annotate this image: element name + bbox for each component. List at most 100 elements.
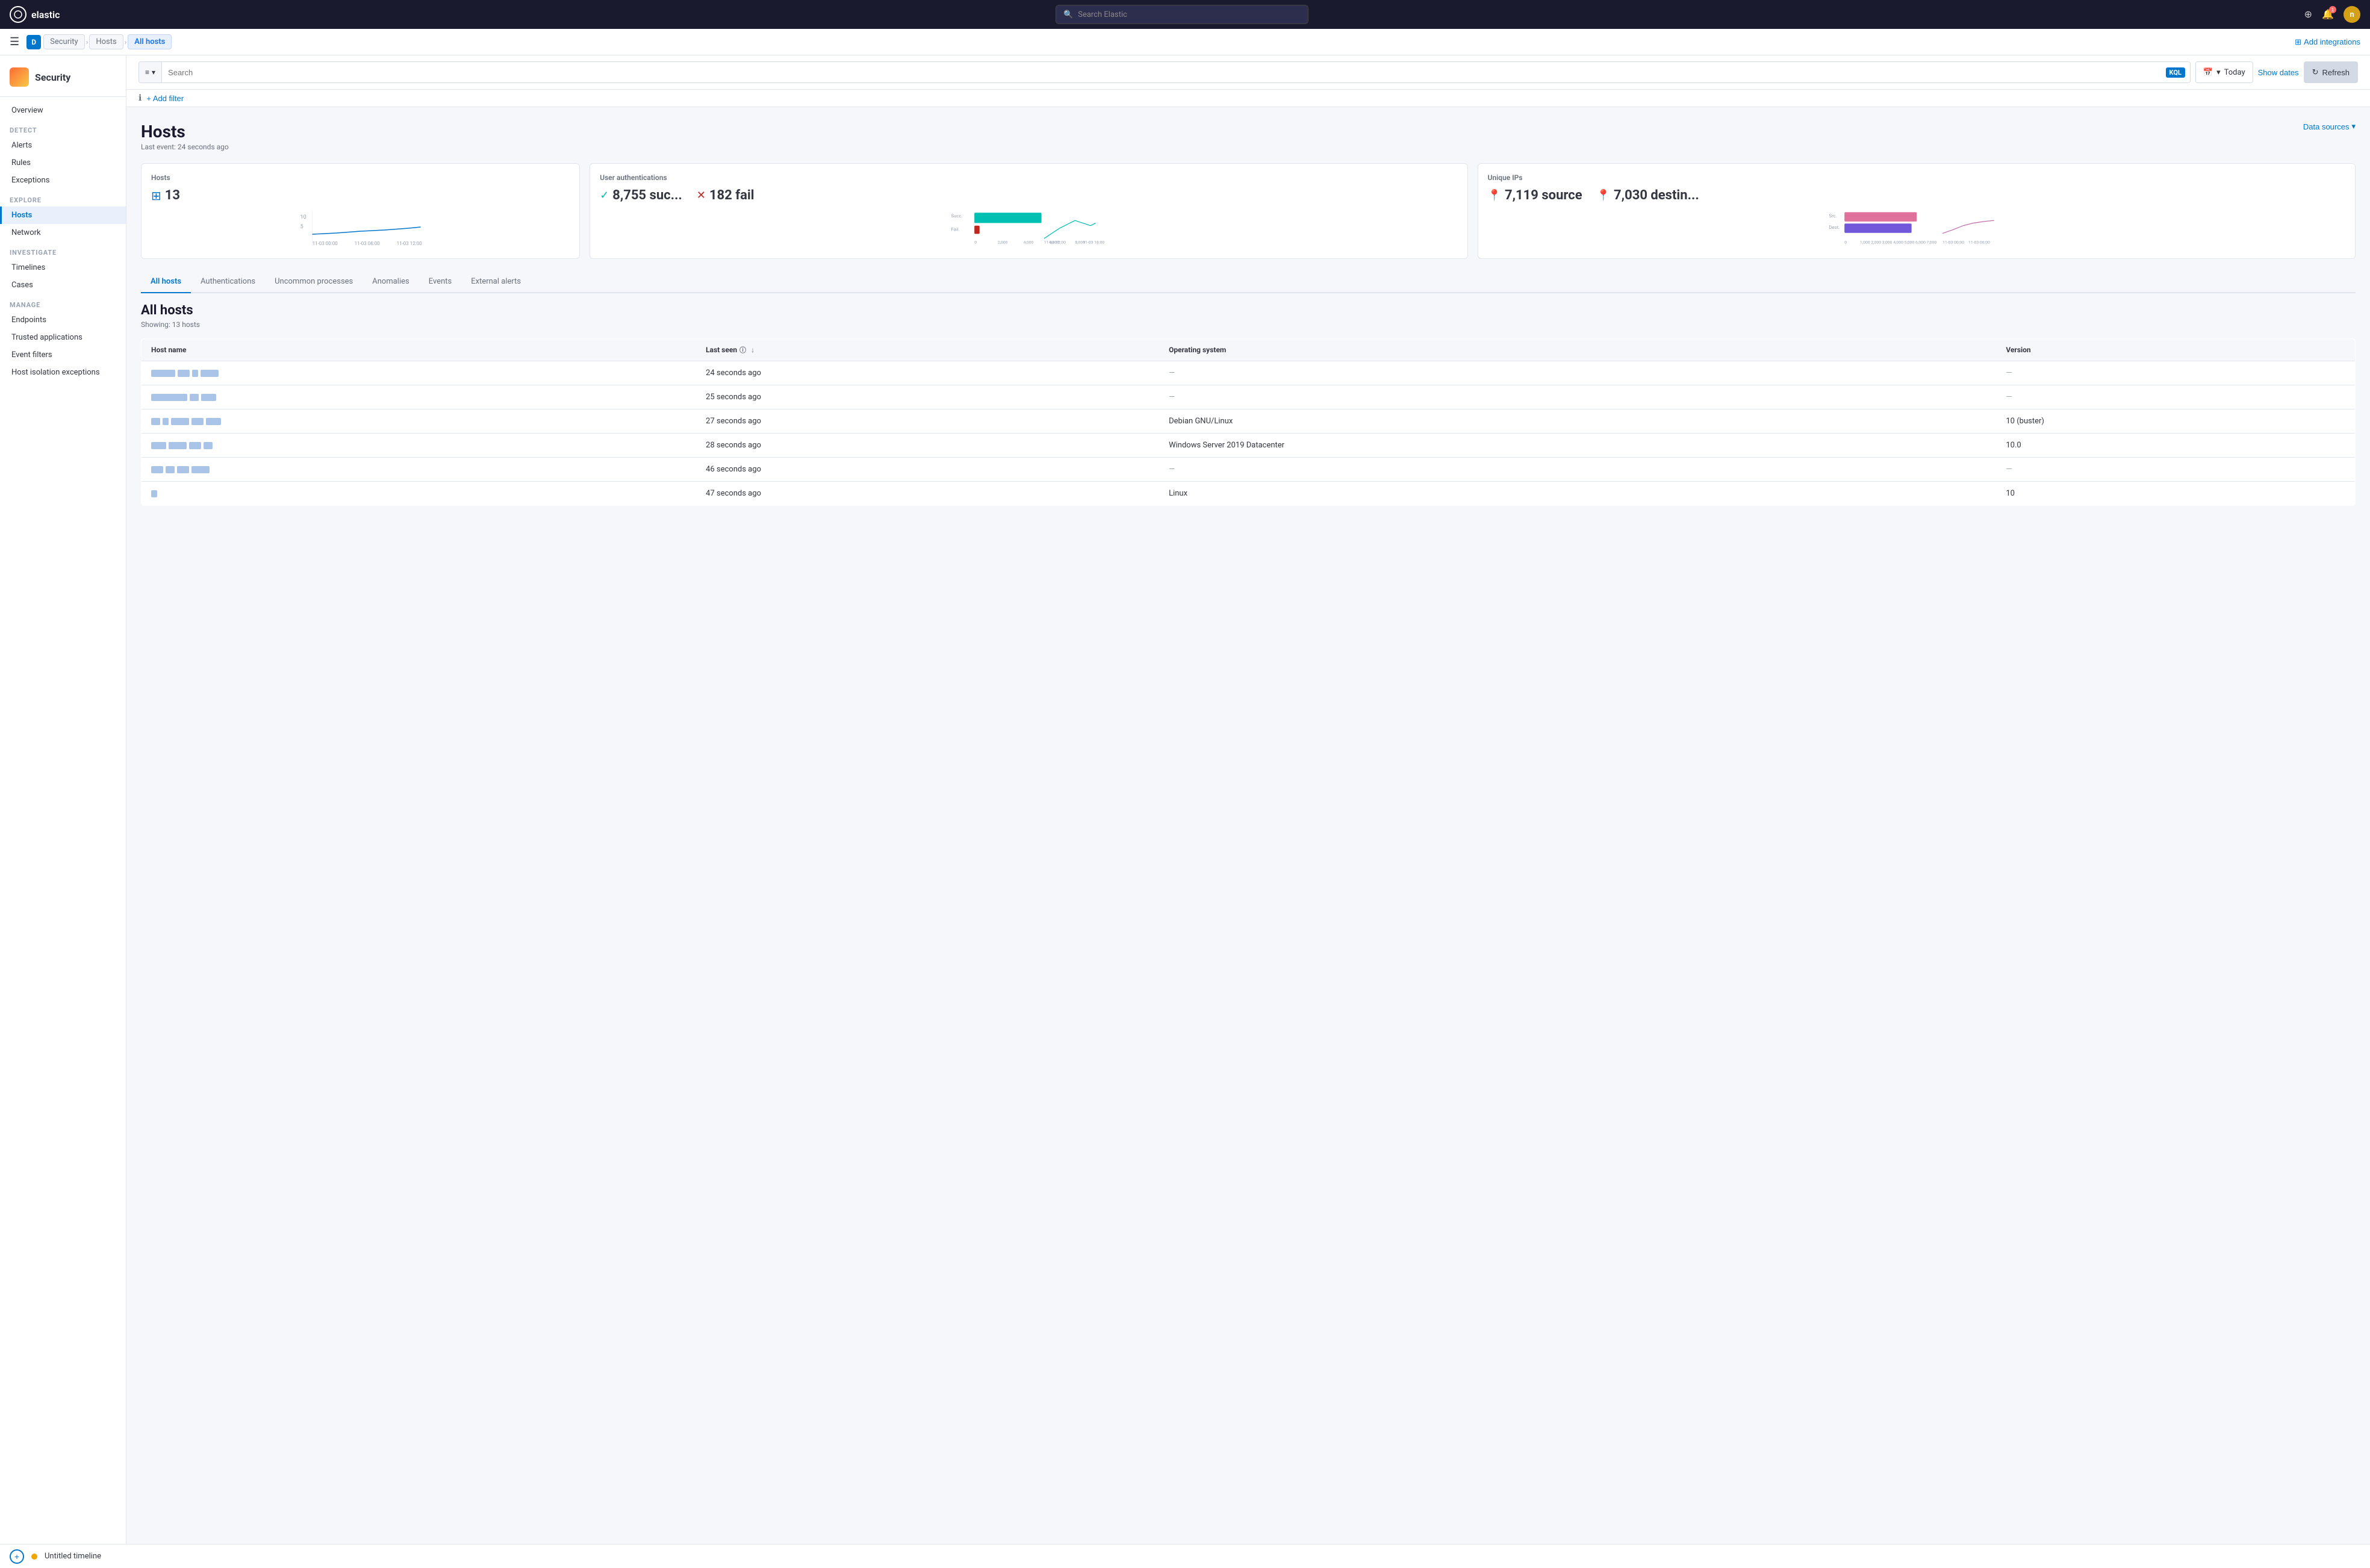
sidebar-item-overview[interactable]: Overview <box>0 102 126 119</box>
version-cell: — <box>1996 458 2355 482</box>
sidebar-item-rules[interactable]: Rules <box>0 154 126 172</box>
sidebar-item-trusted-apps[interactable]: Trusted applications <box>0 329 126 346</box>
col-os: Operating system <box>1159 339 1996 361</box>
date-picker-button[interactable]: 📅 ▾ Today <box>2195 61 2253 83</box>
hostname-blur-block <box>151 370 175 377</box>
col-hostname: Host name <box>142 339 697 361</box>
col-last-seen[interactable]: Last seen ⓘ ↓ <box>696 339 1159 361</box>
version-cell: 10 (buster) <box>1996 409 2355 434</box>
sidebar-item-host-isolation[interactable]: Host isolation exceptions <box>0 364 126 381</box>
overview-label: Overview <box>11 106 43 115</box>
source-ip-icon: 📍 <box>1488 189 1501 202</box>
auth-mini-chart: Succ. Fail. 0 2,000 4,000 6,000 8,000 11… <box>600 210 1457 246</box>
search-icon: 🔍 <box>1063 10 1073 19</box>
tab-anomalies[interactable]: Anomalies <box>362 271 418 293</box>
page-title-area: Hosts Last event: 24 seconds ago <box>141 122 229 151</box>
kql-badge[interactable]: KQL <box>2166 67 2185 78</box>
ips-stat-card: Unique IPs 📍 7,119 source 📍 7,030 destin… <box>1478 163 2356 259</box>
breadcrumb-security[interactable]: Security <box>43 34 85 49</box>
hostname-cell-1[interactable] <box>142 385 697 409</box>
top-search-container: 🔍 Search Elastic <box>67 5 2297 24</box>
success-icon: ✓ <box>600 189 609 202</box>
sidebar-item-timelines[interactable]: Timelines <box>0 259 126 276</box>
auth-card-title: User authentications <box>600 173 1457 182</box>
table-row[interactable]: 27 seconds agoDebian GNU/Linux10 (buster… <box>142 409 2356 434</box>
user-avatar[interactable]: n <box>2344 6 2360 23</box>
last-seen-cell: 27 seconds ago <box>696 409 1159 434</box>
tab-uncommon-processes[interactable]: Uncommon processes <box>265 271 362 293</box>
os-cell: Debian GNU/Linux <box>1159 409 1996 434</box>
sidebar-item-network[interactable]: Network <box>0 224 126 241</box>
hosts-count-item: ⊞ 13 <box>151 188 180 203</box>
help-icon-button[interactable]: ⊕ <box>2304 8 2312 20</box>
hamburger-menu[interactable]: ☰ <box>10 36 19 48</box>
data-sources-button[interactable]: Data sources ▾ <box>2303 122 2356 131</box>
version-cell: 10 <box>1996 482 2355 506</box>
sidebar-item-event-filters[interactable]: Event filters <box>0 346 126 364</box>
dest-count: 7,030 destin... <box>1614 188 1699 203</box>
tab-events[interactable]: Events <box>419 271 461 293</box>
ips-stat-numbers: 📍 7,119 source 📍 7,030 destin... <box>1488 188 2345 203</box>
hostname-blur-block <box>201 370 219 377</box>
sort-icon[interactable]: ↓ <box>751 346 754 354</box>
notifications-button[interactable]: 🔔 1 <box>2322 8 2334 20</box>
tab-all-hosts[interactable]: All hosts <box>141 271 191 293</box>
dest-ips-item: 📍 7,030 destin... <box>1597 188 1699 203</box>
breadcrumb-bar: ☰ D Security › Hosts › All hosts ⊞ Add i… <box>0 29 2370 55</box>
filter-row: ℹ + Add filter <box>126 90 2370 107</box>
table-row[interactable]: 47 seconds agoLinux10 <box>142 482 2356 506</box>
info-icon: ℹ <box>138 93 142 103</box>
search-input[interactable] <box>162 68 2165 77</box>
hostname-cell-5[interactable] <box>142 482 697 506</box>
refresh-button[interactable]: ↻ Refresh <box>2304 61 2358 83</box>
chevron-down-icon: ▾ <box>2351 122 2356 131</box>
hostname-blur-block <box>151 394 187 401</box>
hostname-blur-block <box>151 466 163 473</box>
tab-authentications[interactable]: Authentications <box>191 271 265 293</box>
tab-external-alerts[interactable]: External alerts <box>461 271 530 293</box>
hostname-cell-4[interactable] <box>142 458 697 482</box>
add-integrations-button[interactable]: ⊞ Add integrations <box>2295 37 2360 47</box>
section-subtitle: Showing: 13 hosts <box>141 320 2356 329</box>
elastic-logo[interactable]: elastic <box>10 6 60 23</box>
table-row[interactable]: 25 seconds ago—— <box>142 385 2356 409</box>
sidebar: Security Overview Detect Alerts Rules Ex… <box>0 55 126 1568</box>
col-version: Version <box>1996 339 2355 361</box>
timeline-add-button[interactable]: + <box>10 1549 24 1564</box>
page-title: Hosts <box>141 122 229 142</box>
sidebar-item-endpoints[interactable]: Endpoints <box>0 311 126 329</box>
sidebar-item-hosts[interactable]: Hosts <box>0 207 126 224</box>
sidebar-section-explore: Explore <box>0 189 126 207</box>
add-filter-button[interactable]: + Add filter <box>146 94 184 103</box>
top-navigation: elastic 🔍 Search Elastic ⊕ 🔔 1 n <box>0 0 2370 29</box>
svg-text:11-03 00:00: 11-03 00:00 <box>1942 240 1964 245</box>
table-row[interactable]: 28 seconds agoWindows Server 2019 Datace… <box>142 434 2356 458</box>
breadcrumb-all-hosts[interactable]: All hosts <box>128 34 172 49</box>
kql-search-bar[interactable]: ≡ ▾ KQL <box>138 61 2191 83</box>
svg-text:1,000 2,000 3,000 4,000 5,000: 1,000 2,000 3,000 4,000 5,000 6,000 7,00… <box>1860 240 1936 245</box>
svg-text:11-03 06:00: 11-03 06:00 <box>1968 240 1990 245</box>
svg-text:Src.: Src. <box>1829 213 1837 219</box>
query-type-button[interactable]: ≡ ▾ <box>139 62 162 82</box>
logo-text: elastic <box>31 9 60 20</box>
table-row[interactable]: 46 seconds ago—— <box>142 458 2356 482</box>
hostname-cell-2[interactable] <box>142 409 697 434</box>
sidebar-section-investigate: Investigate <box>0 241 126 259</box>
show-dates-button[interactable]: Show dates <box>2258 68 2299 77</box>
svg-text:Dest.: Dest. <box>1829 225 1840 230</box>
last-seen-cell: 25 seconds ago <box>696 385 1159 409</box>
all-hosts-section: All hosts Showing: 13 hosts Host name <box>141 303 2356 506</box>
sidebar-item-cases[interactable]: Cases <box>0 276 126 294</box>
svg-text:10: 10 <box>300 214 306 220</box>
breadcrumb-hosts[interactable]: Hosts <box>89 34 123 49</box>
sidebar-title: Security <box>35 72 70 83</box>
hostname-cell-0[interactable] <box>142 361 697 385</box>
svg-text:Succ.: Succ. <box>951 213 963 219</box>
global-search-bar[interactable]: 🔍 Search Elastic <box>1056 5 1308 24</box>
sidebar-item-alerts[interactable]: Alerts <box>0 137 126 154</box>
table-row[interactable]: 24 seconds ago—— <box>142 361 2356 385</box>
sidebar-item-exceptions[interactable]: Exceptions <box>0 172 126 189</box>
hostname-cell-3[interactable] <box>142 434 697 458</box>
svg-text:Fail.: Fail. <box>951 226 960 232</box>
security-logo <box>10 67 29 87</box>
